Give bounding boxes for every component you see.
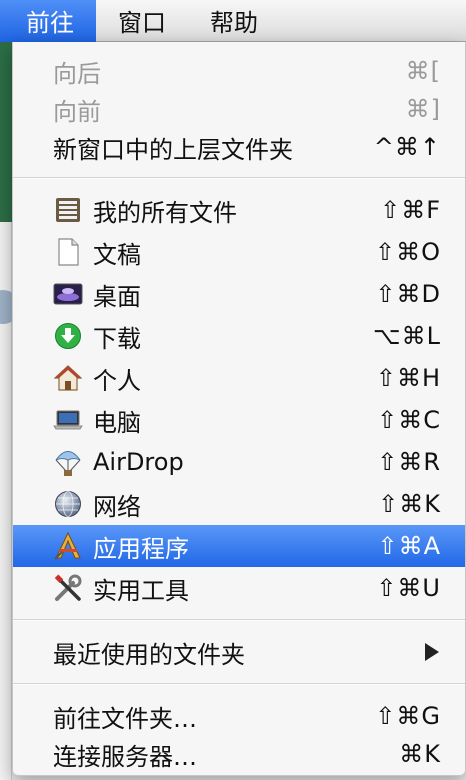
menu-item-shortcut: ⇧⌘K (378, 490, 441, 518)
computer-icon (53, 405, 83, 435)
menu-item-all-my-files[interactable]: 我的所有文件 ⇧⌘F (13, 189, 465, 231)
menu-item-utilities[interactable]: 实用工具 ⇧⌘U (13, 567, 465, 609)
menu-item-label: 连接服务器… (53, 742, 197, 771)
document-icon (53, 237, 83, 267)
menu-item-shortcut: ⇧⌘R (377, 448, 441, 476)
menu-item-airdrop[interactable]: AirDrop ⇧⌘R (13, 441, 465, 483)
menu-item-label: 最近使用的文件夹 (53, 640, 245, 669)
menu-item-label: 向后 (53, 59, 101, 88)
menu-item-home[interactable]: 个人 ⇧⌘H (13, 357, 465, 399)
menu-item-shortcut: ⌘K (399, 740, 441, 768)
menu-item-label: 个人 (93, 366, 141, 395)
menu-item-connect-server[interactable]: 连接服务器… ⌘K (13, 733, 465, 775)
menu-item-documents[interactable]: 文稿 ⇧⌘O (13, 231, 465, 273)
menubar: 前往 窗口 帮助 (0, 0, 466, 42)
menu-item-forward[interactable]: 向前 ⌘] (13, 88, 465, 130)
menu-item-label: 向前 (53, 97, 101, 126)
menu-item-downloads[interactable]: 下载 ⌥⌘L (13, 315, 465, 357)
menu-item-label: 桌面 (93, 282, 141, 311)
menu-item-enclosing-folder[interactable]: 新窗口中的上层文件夹 ^⌘↑ (13, 126, 465, 168)
menu-item-label: 实用工具 (93, 576, 189, 605)
menu-item-shortcut: ⇧⌘F (380, 196, 441, 224)
all-my-files-icon (53, 195, 83, 225)
utilities-icon (53, 573, 83, 603)
menu-item-label: 电脑 (93, 408, 141, 437)
menu-item-applications[interactable]: 应用程序 ⇧⌘A (13, 525, 465, 567)
menu-item-shortcut: ⇧⌘G (375, 702, 441, 730)
desktop-icon (53, 279, 83, 309)
menu-separator (13, 619, 465, 621)
menu-separator (13, 683, 465, 685)
menu-item-shortcut: ^⌘↑ (373, 133, 441, 161)
menu-item-shortcut: ⇧⌘H (375, 364, 441, 392)
network-icon (53, 489, 83, 519)
menu-item-shortcut: ⌥⌘L (372, 322, 441, 350)
menu-item-network[interactable]: 网络 ⇧⌘K (13, 483, 465, 525)
submenu-arrow-icon (425, 643, 439, 661)
menu-item-label: 文稿 (93, 240, 141, 269)
home-icon (53, 363, 83, 393)
menubar-help[interactable]: 帮助 (188, 0, 280, 42)
menu-item-desktop[interactable]: 桌面 ⇧⌘D (13, 273, 465, 315)
background-sidebar (0, 42, 12, 222)
menu-item-label: 前往文件夹… (53, 704, 197, 733)
menu-item-label: 应用程序 (93, 534, 189, 563)
menu-item-shortcut: ⇧⌘C (377, 406, 441, 434)
menu-item-back[interactable]: 向后 ⌘[ (13, 50, 465, 92)
menu-item-shortcut: ⇧⌘D (375, 280, 441, 308)
menubar-window[interactable]: 窗口 (96, 0, 188, 42)
menu-item-label: 新窗口中的上层文件夹 (53, 135, 293, 164)
menu-item-go-to-folder[interactable]: 前往文件夹… ⇧⌘G (13, 695, 465, 737)
menu-item-shortcut: ⇧⌘U (376, 574, 441, 602)
downloads-icon (53, 321, 83, 351)
menu-item-shortcut: ⇧⌘O (375, 238, 441, 266)
menu-item-shortcut: ⌘[ (405, 57, 441, 85)
menu-item-label: 我的所有文件 (93, 198, 237, 227)
menu-item-computer[interactable]: 电脑 ⇧⌘C (13, 399, 465, 441)
menu-separator (13, 177, 465, 179)
menu-item-label: AirDrop (93, 448, 184, 476)
go-menu: 向后 ⌘[ 向前 ⌘] 新窗口中的上层文件夹 ^⌘↑ 我的所有文件 ⇧⌘F 文稿… (12, 42, 466, 776)
menu-item-shortcut: ⇧⌘A (377, 532, 441, 560)
applications-icon (53, 531, 83, 561)
airdrop-icon (53, 447, 83, 477)
menu-item-shortcut: ⌘] (405, 95, 441, 123)
menubar-go[interactable]: 前往 (0, 0, 96, 42)
menu-item-label: 网络 (93, 492, 141, 521)
menu-item-label: 下载 (93, 324, 141, 353)
menu-item-recent-folders[interactable]: 最近使用的文件夹 (13, 631, 465, 673)
